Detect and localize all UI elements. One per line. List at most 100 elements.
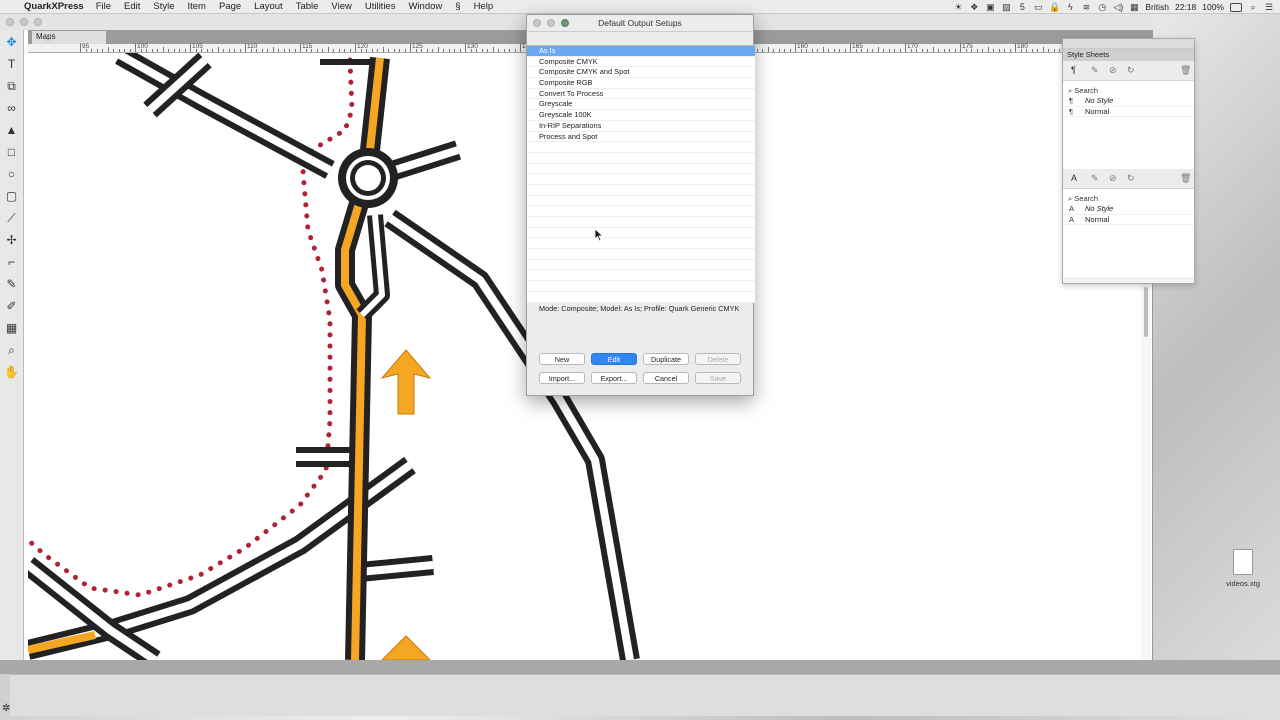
list-item[interactable]: A Normal [1063, 215, 1194, 225]
power-bolt-icon[interactable]: ϟ [1065, 2, 1075, 12]
input-source-label[interactable]: British [1145, 2, 1169, 12]
eyedropper-tool-icon[interactable]: ✐ [2, 296, 22, 316]
menu-style[interactable]: Style [153, 1, 174, 12]
volume-icon[interactable]: ◁) [1113, 2, 1123, 13]
new-character-style-icon[interactable]: A [1071, 173, 1077, 183]
brightness-icon[interactable]: ☀ [953, 2, 963, 13]
battery-percent[interactable]: 100% [1202, 2, 1224, 12]
edit-button[interactable]: Edit [591, 353, 637, 365]
paragraph-style-search[interactable]: ⌕ Search [1063, 81, 1194, 96]
menu-window[interactable]: Window [408, 1, 442, 12]
zoom-window-icon[interactable] [34, 18, 42, 26]
rectangle-box-tool-icon[interactable]: □ [2, 142, 22, 162]
list-item[interactable]: Convert To Process [527, 89, 755, 100]
duplicate-button[interactable]: Duplicate [643, 353, 689, 365]
ruler-tick [349, 49, 351, 52]
duplicate-style-icon[interactable]: ⊘ [1109, 65, 1117, 76]
bezier-pen-tool-icon[interactable]: ✢ [2, 230, 22, 250]
edit-style-icon[interactable]: ✎ [1091, 173, 1099, 184]
layout-tab-maps[interactable]: Maps [32, 31, 106, 44]
menu-help[interactable]: Help [474, 1, 494, 12]
script-menu-icon[interactable]: § [455, 1, 460, 12]
minimize-window-icon[interactable] [20, 18, 28, 26]
character-style-search[interactable]: ⌕ Search [1063, 189, 1194, 204]
menu-utilities[interactable]: Utilities [365, 1, 396, 12]
edit-style-icon[interactable]: ✎ [1091, 65, 1099, 76]
import-button[interactable]: Import... [539, 372, 585, 384]
line-tool-icon[interactable]: ⟋ [2, 208, 22, 228]
spotlight-search-icon[interactable]: ⌕ [1248, 2, 1258, 13]
convert-point-tool-icon[interactable]: ⌐ [2, 252, 22, 272]
time-machine-icon[interactable]: ◷ [1097, 2, 1107, 13]
ruler-tick [1026, 49, 1027, 52]
new-button[interactable]: New [539, 353, 585, 365]
list-item[interactable]: Greyscale [527, 99, 755, 111]
list-item[interactable]: Composite CMYK [527, 57, 755, 68]
menu-view[interactable]: View [331, 1, 351, 12]
text-linking-tool-icon[interactable]: ∞ [2, 98, 22, 118]
list-item[interactable]: ¶ Normal [1063, 107, 1194, 117]
gear-icon[interactable]: ✲ [2, 703, 10, 714]
list-item[interactable]: Composite CMYK and Spot [527, 67, 755, 79]
update-style-icon[interactable]: ↻ [1127, 65, 1135, 76]
ruler-tick [976, 49, 978, 52]
export-button[interactable]: Export... [591, 372, 637, 384]
photo-status-icon[interactable]: ▨ [1001, 2, 1011, 13]
output-setups-list[interactable]: As Is Composite CMYK Composite CMYK and … [527, 45, 755, 303]
ruler-tick [487, 49, 488, 52]
list-item[interactable]: In-RIP Separations [527, 121, 755, 132]
list-item[interactable]: Greyscale 100K [527, 110, 755, 121]
menu-layout[interactable]: Layout [254, 1, 283, 12]
pan-tool-icon[interactable]: ✋ [2, 362, 22, 382]
status-app-icon[interactable]: ▣ [985, 2, 995, 13]
desktop-file[interactable]: videos.xtg [1220, 549, 1266, 588]
cancel-button[interactable]: Cancel [643, 372, 689, 384]
delete-style-icon[interactable]: 🗑 [1180, 65, 1191, 76]
delete-style-icon[interactable]: 🗑 [1180, 173, 1191, 184]
flag-icon[interactable]: ▦ [1129, 2, 1139, 13]
zoom-tool-icon[interactable]: ⌕ [2, 340, 22, 360]
notification-center-icon[interactable]: ☰ [1264, 2, 1274, 13]
scissors-tool-icon[interactable]: ✎ [2, 274, 22, 294]
list-item[interactable]: As Is [527, 46, 755, 57]
menu-edit[interactable]: Edit [124, 1, 140, 12]
save-button[interactable]: Save [695, 372, 741, 384]
update-style-icon[interactable]: ↻ [1127, 173, 1135, 184]
duplicate-style-icon[interactable]: ⊘ [1109, 173, 1117, 184]
move-tool-icon[interactable]: ✥ [2, 32, 22, 52]
lock-icon[interactable]: 🔒 [1049, 2, 1060, 13]
battery-icon[interactable] [1230, 2, 1242, 12]
close-window-icon[interactable] [6, 18, 14, 26]
five-app-icon[interactable]: 5 [1017, 2, 1027, 12]
palette-title-bar[interactable] [1063, 39, 1194, 49]
dropbox-icon[interactable]: ❖ [969, 2, 979, 13]
list-item[interactable]: Composite RGB [527, 78, 755, 89]
item-link-tool-icon[interactable]: ⧉ [2, 76, 22, 96]
list-item[interactable]: A No Style [1063, 204, 1194, 215]
new-paragraph-style-icon[interactable]: ¶ [1071, 65, 1076, 75]
palette-title[interactable]: Style Sheets [1063, 49, 1194, 61]
scrollbar-thumb[interactable] [1144, 287, 1148, 337]
minimize-dialog-icon[interactable] [547, 19, 555, 27]
list-item[interactable]: ¶ No Style [1063, 96, 1194, 107]
menu-item[interactable]: Item [188, 1, 206, 12]
airplay-icon[interactable]: ▭ [1033, 2, 1043, 13]
clock[interactable]: 22:18 [1175, 2, 1196, 12]
picture-content-tool-icon[interactable]: ▲ [2, 120, 22, 140]
menu-file[interactable]: File [96, 1, 111, 12]
empty-row [527, 249, 755, 260]
text-content-tool-icon[interactable]: T [2, 54, 22, 74]
mouse-pointer-icon [594, 228, 604, 242]
close-dialog-icon[interactable] [533, 19, 541, 27]
wifi-icon[interactable]: ≋ [1081, 2, 1091, 13]
menu-table[interactable]: Table [296, 1, 319, 12]
starburst-tool-icon[interactable]: ▢ [2, 186, 22, 206]
menu-page[interactable]: Page [219, 1, 241, 12]
list-item[interactable]: Process and Spot [527, 132, 755, 143]
delete-button[interactable]: Delete [695, 353, 741, 365]
horizontal-scrollbar[interactable] [0, 660, 1280, 674]
app-menu[interactable]: QuarkXPress [24, 1, 84, 12]
table-tool-icon[interactable]: ▦ [2, 318, 22, 338]
zoom-dialog-icon[interactable] [561, 19, 569, 27]
oval-box-tool-icon[interactable]: ○ [2, 164, 22, 184]
